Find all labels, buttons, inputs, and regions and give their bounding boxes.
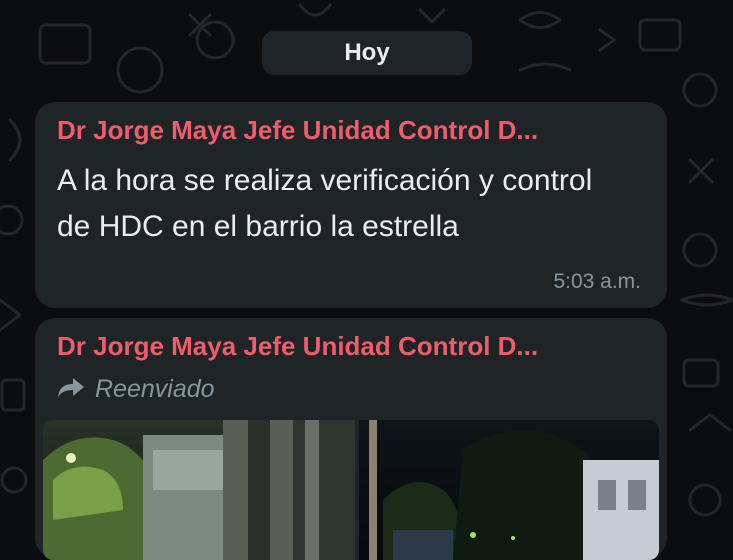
message-bubble[interactable]: Dr Jorge Maya Jefe Unidad Control D... R…: [35, 318, 667, 560]
message-time: 5:03 a.m.: [553, 270, 641, 293]
message-bubble[interactable]: Dr Jorge Maya Jefe Unidad Control D... A…: [35, 102, 667, 308]
date-separator: Hoy: [262, 31, 472, 75]
sender-name[interactable]: Dr Jorge Maya Jefe Unidad Control D...: [57, 115, 538, 146]
sender-name[interactable]: Dr Jorge Maya Jefe Unidad Control D...: [57, 331, 538, 362]
message-text: A la hora se realiza verificación y cont…: [57, 164, 593, 243]
forwarded-indicator: Reenviado: [57, 374, 215, 404]
forwarded-label: Reenviado: [95, 374, 215, 403]
forward-arrow-icon: [57, 376, 85, 403]
night-street-photo: [43, 420, 659, 560]
photo-attachment[interactable]: [43, 420, 659, 560]
